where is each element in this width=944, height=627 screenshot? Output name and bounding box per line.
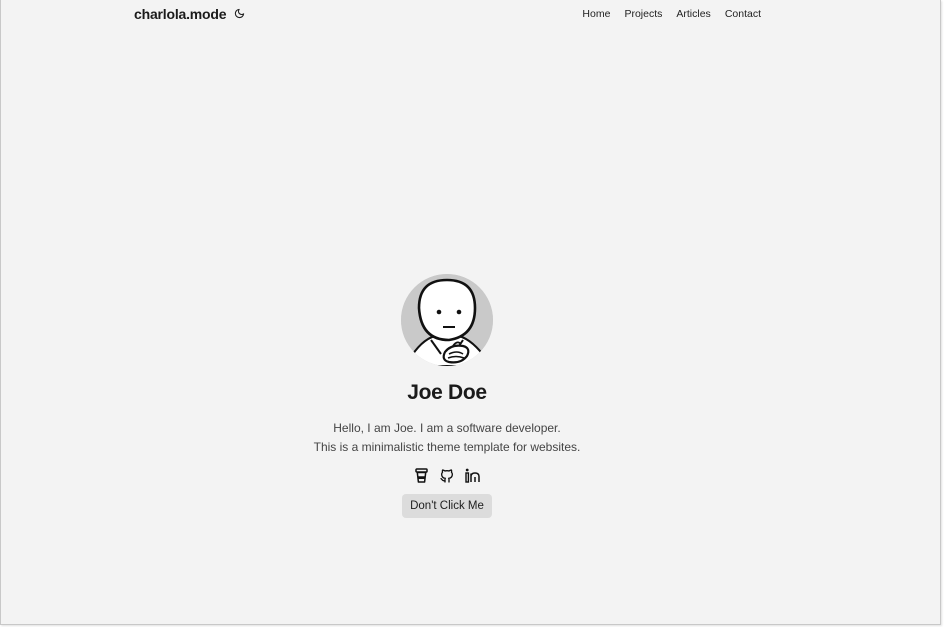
nav-articles[interactable]: Articles xyxy=(676,8,710,20)
nav-contact[interactable]: Contact xyxy=(725,8,761,20)
brand: charlola.mode xyxy=(134,6,245,22)
nav-projects[interactable]: Projects xyxy=(624,8,662,20)
hero-section: Joe Doe Hello, I am Joe. I am a software… xyxy=(1,274,893,518)
github-icon[interactable] xyxy=(439,467,456,484)
dont-click-me-button[interactable]: Don't Click Me xyxy=(402,494,492,518)
browser-viewport: charlola.mode Home Projects Articles Con… xyxy=(0,0,941,625)
bio: Hello, I am Joe. I am a software develop… xyxy=(314,419,581,457)
coffee-cup-icon[interactable] xyxy=(413,467,430,484)
avatar xyxy=(401,274,493,366)
site-header: charlola.mode Home Projects Articles Con… xyxy=(134,0,761,27)
main-nav: Home Projects Articles Contact xyxy=(582,8,761,20)
cartoon-face-avatar-icon xyxy=(401,274,493,366)
social-links xyxy=(413,467,482,484)
bio-line: This is a minimalistic theme template fo… xyxy=(313,440,581,454)
linkedin-icon[interactable] xyxy=(464,467,482,484)
bio-line: Hello, I am Joe. I am a software develop… xyxy=(333,421,561,435)
moon-icon[interactable] xyxy=(233,8,245,20)
site-logo-link[interactable]: charlola.mode xyxy=(134,6,227,22)
page-title: Joe Doe xyxy=(407,381,487,404)
nav-home[interactable]: Home xyxy=(582,8,610,20)
